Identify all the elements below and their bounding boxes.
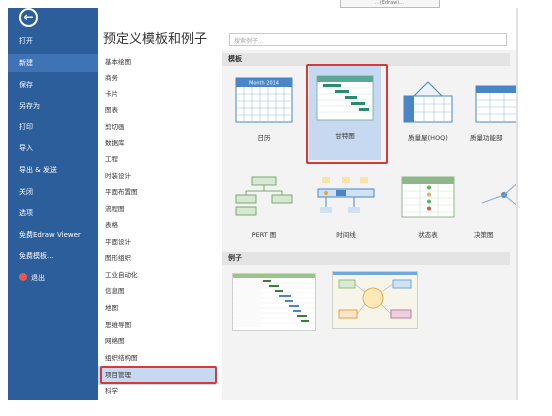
- exit-icon: [19, 273, 27, 281]
- template-label: 质量屋(HOQ): [408, 134, 448, 142]
- category-highlight-box: [100, 366, 217, 384]
- template-decision[interactable]: 决策图: [464, 165, 516, 261]
- nav-save-as[interactable]: 另存为: [8, 97, 98, 115]
- nav-free-templates[interactable]: 免费模板...: [8, 247, 98, 265]
- template-calendar[interactable]: Month 2014 日历: [228, 68, 300, 164]
- nav-options[interactable]: 选项: [8, 204, 98, 222]
- hoq-thumb-icon: [403, 81, 453, 123]
- back-arrow-icon[interactable]: ←: [19, 8, 38, 27]
- example-project-map[interactable]: [332, 271, 418, 329]
- pert-thumb-icon: [235, 176, 293, 216]
- nav-exit[interactable]: 退出: [8, 269, 98, 287]
- nav-export-send[interactable]: 导出 & 发送: [8, 161, 98, 179]
- top-snippet: ...(Edraw)...: [340, 0, 440, 8]
- gantt-example-icon: [233, 274, 315, 327]
- template-status-table[interactable]: 状态表: [392, 165, 464, 261]
- search-placeholder: 搜索例子...: [234, 38, 264, 45]
- timeline-thumb-icon: [317, 177, 375, 213]
- decision-thumb-icon: [481, 183, 516, 206]
- template-label: 状态表: [418, 231, 438, 239]
- nav-open[interactable]: 打开: [8, 32, 98, 50]
- nav-edraw-viewer[interactable]: 免费Edraw Viewer: [8, 226, 98, 244]
- page-title: 预定义模板和例子: [103, 32, 208, 47]
- template-timeline[interactable]: 时间线: [310, 165, 382, 261]
- category-list: 基本绘图 商务 卡片 图表 剪切画 数据库 工程 时装设计 平面布置图 流程图 …: [98, 50, 222, 400]
- top-strip: ...(Edraw)...: [0, 0, 552, 8]
- template-label: 质量功能部: [470, 134, 503, 142]
- nav-import[interactable]: 导入: [8, 139, 98, 157]
- right-margin: [518, 8, 552, 406]
- backstage-nav: ← 打开 新建 保存 另存为 打印 导入 导出 & 发送 关闭 选项 免费Edr…: [8, 8, 98, 406]
- nav-close[interactable]: 关闭: [8, 183, 98, 201]
- category-item[interactable]: 科学: [98, 382, 216, 401]
- project-map-example-icon: [333, 272, 417, 328]
- nav-exit-label: 退出: [31, 274, 45, 282]
- status-table-thumb-icon: [401, 176, 455, 218]
- template-label: PERT 图: [251, 231, 277, 239]
- template-label: 时间线: [336, 231, 356, 239]
- template-qfd[interactable]: 质量功能部: [464, 68, 516, 164]
- examples-section-header: 例子: [222, 252, 510, 265]
- template-label: 决策图: [474, 231, 494, 239]
- nav-print[interactable]: 打印: [8, 118, 98, 136]
- bottom-margin: [0, 400, 552, 416]
- nav-save[interactable]: 保存: [8, 76, 98, 94]
- template-pert[interactable]: PERT 图: [228, 165, 300, 261]
- nav-new[interactable]: 新建: [8, 54, 98, 72]
- search-input[interactable]: 搜索例子...: [229, 33, 507, 46]
- calendar-header: Month 2014: [249, 81, 279, 87]
- gantt-highlight-box: [306, 64, 388, 164]
- template-hoq[interactable]: 质量屋(HOQ): [392, 68, 464, 164]
- calendar-thumb-icon: Month 2014: [235, 77, 293, 123]
- qfd-thumb-icon: [475, 85, 516, 123]
- template-label: 日历: [257, 134, 271, 142]
- example-gantt[interactable]: [232, 273, 316, 331]
